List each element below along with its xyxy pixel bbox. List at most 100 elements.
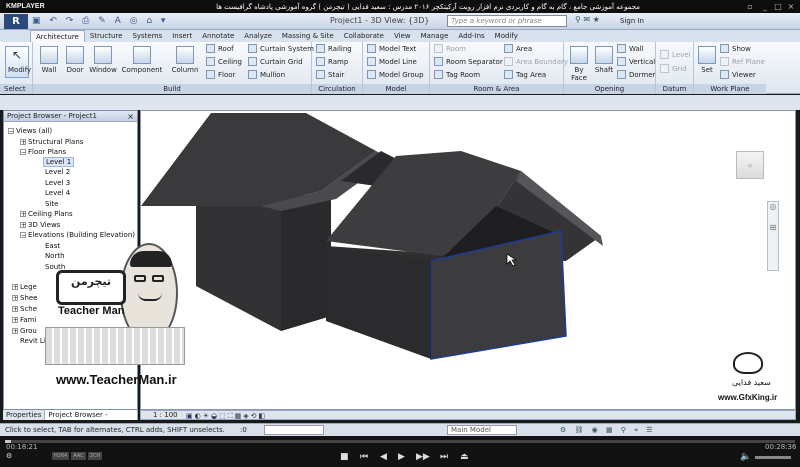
tree-elevations[interactable]: − Elevations (Building Elevation) xyxy=(20,231,135,239)
column-button[interactable]: Column xyxy=(169,44,201,74)
railing-button[interactable]: Railing xyxy=(316,44,352,53)
right-block-side-wall[interactable] xyxy=(326,246,431,359)
infocenter-icons[interactable]: ⚲ ✉ ★ xyxy=(575,15,600,24)
tab-insert[interactable]: Insert xyxy=(167,30,197,42)
tab-architecture[interactable]: Architecture xyxy=(30,30,85,42)
set-button[interactable]: Set xyxy=(697,44,717,74)
steering-wheel-icon[interactable]: ◎ xyxy=(768,202,778,211)
component-button[interactable]: Component xyxy=(121,44,163,74)
select-dropdown[interactable]: Select xyxy=(0,84,32,94)
tag-room-button[interactable]: Tag Room xyxy=(434,70,480,79)
application-menu-button[interactable]: R xyxy=(4,14,28,29)
design-option-dropdown[interactable]: Main Model xyxy=(447,425,517,435)
tree-level-4[interactable]: Level 4 xyxy=(45,189,70,197)
tree-floor-plans[interactable]: − Floor Plans xyxy=(20,148,66,156)
shaft-button[interactable]: Shaft xyxy=(593,44,615,74)
tab-massing-site[interactable]: Massing & Site xyxy=(277,30,339,42)
tab-add-ins[interactable]: Add-Ins xyxy=(453,30,489,42)
model-group-button[interactable]: Model Group xyxy=(367,70,424,79)
tab-project-browser[interactable]: Project Browser - Project1 xyxy=(45,410,138,429)
tab-annotate[interactable]: Annotate xyxy=(197,30,239,42)
mullion-button[interactable]: Mullion xyxy=(248,70,285,79)
house-3d-model[interactable] xyxy=(141,111,797,411)
view-scale[interactable]: 1 : 100 xyxy=(153,411,178,420)
quick-access-toolbar[interactable]: ▣ ↶ ↷ ⎙ ✎ A ◎ ⌂ ▾ xyxy=(32,16,168,26)
left-block-side-wall[interactable] xyxy=(281,191,331,331)
tree-sheets[interactable]: + Shee xyxy=(12,294,38,302)
volume-icon[interactable]: 🔈 xyxy=(740,452,751,462)
view-control-icons[interactable]: ▣◐☀◒⬚⛶▦◈⟲◧ xyxy=(186,412,267,421)
pin-icon[interactable]: ▫ xyxy=(745,2,755,11)
3d-viewport[interactable]: ◇ ◎ ⊞ xyxy=(140,110,796,410)
seek-bar[interactable] xyxy=(5,440,795,443)
tree-east[interactable]: East xyxy=(45,242,60,250)
settings-icon[interactable]: ⚙ xyxy=(6,452,12,460)
area-boundary-button[interactable]: Area Boundary xyxy=(504,57,568,66)
wall-button[interactable]: Wall xyxy=(37,44,61,74)
window-button[interactable]: Window xyxy=(89,44,117,74)
viewcube[interactable]: ◇ xyxy=(736,151,764,179)
curtain-grid-button[interactable]: Curtain Grid xyxy=(248,57,303,66)
rewind-icon[interactable]: ◀ xyxy=(380,452,387,462)
tree-groups[interactable]: + Grou xyxy=(12,327,37,335)
help-search-input[interactable]: Type a keyword or phrase xyxy=(447,15,567,27)
model-text-button[interactable]: Model Text xyxy=(367,44,416,53)
floor-button[interactable]: Floor xyxy=(206,70,235,79)
stair-button[interactable]: Stair xyxy=(316,70,344,79)
roof-button[interactable]: Roof xyxy=(206,44,234,53)
vertical-button[interactable]: Vertical xyxy=(617,57,655,66)
tree-level-1[interactable]: Level 1 xyxy=(43,157,75,167)
tree-ceiling-plans[interactable]: + Ceiling Plans xyxy=(20,210,73,218)
volume-slider[interactable] xyxy=(755,456,791,459)
level-button[interactable]: Level xyxy=(660,50,690,59)
area-button[interactable]: Area xyxy=(504,44,532,53)
tree-level-3[interactable]: Level 3 xyxy=(45,179,70,187)
status-icons[interactable]: ⚙ ⛓ ◉ ▦ ⚲ ⌖ ☰ xyxy=(560,426,656,435)
close-icon[interactable]: × xyxy=(127,111,134,122)
workset-dropdown[interactable] xyxy=(264,425,324,435)
zoom-icon[interactable]: ⊞ xyxy=(768,223,778,232)
tag-area-button[interactable]: Tag Area xyxy=(504,70,546,79)
ref-plane-button[interactable]: Ref Plane xyxy=(720,57,765,66)
tab-properties[interactable]: Properties xyxy=(3,410,46,420)
tree-3d-views[interactable]: +3D Views xyxy=(20,221,60,229)
tree-families[interactable]: + Fami xyxy=(12,316,36,324)
tree-views-all[interactable]: − Views (all) xyxy=(8,127,52,135)
navigation-bar[interactable]: ◎ ⊞ xyxy=(767,201,779,271)
forward-icon[interactable]: ▶▶ xyxy=(416,452,430,462)
maximize-icon[interactable]: □ xyxy=(773,2,783,11)
model-line-button[interactable]: Model Line xyxy=(367,57,417,66)
opening-wall-button[interactable]: Wall xyxy=(617,44,644,53)
by-face-button[interactable]: By Face xyxy=(567,44,591,82)
tab-systems[interactable]: Systems xyxy=(127,30,167,42)
grid-button[interactable]: Grid xyxy=(660,64,687,73)
close-icon[interactable]: × xyxy=(786,2,796,11)
tree-structural-plans[interactable]: + Structural Plans xyxy=(20,138,83,146)
tab-modify[interactable]: Modify xyxy=(490,30,523,42)
curtain-system-button[interactable]: Curtain System xyxy=(248,44,314,53)
room-button[interactable]: Room xyxy=(434,44,466,53)
tree-schedules[interactable]: + Sche xyxy=(12,305,37,313)
room-separator-button[interactable]: Room Separator xyxy=(434,57,503,66)
tab-structure[interactable]: Structure xyxy=(85,30,128,42)
tab-view[interactable]: View xyxy=(389,30,416,42)
viewer-button[interactable]: Viewer xyxy=(720,70,756,79)
tab-collaborate[interactable]: Collaborate xyxy=(339,30,389,42)
tree-legends[interactable]: + Lege xyxy=(12,283,37,291)
tree-site[interactable]: Site xyxy=(45,200,58,208)
ramp-button[interactable]: Ramp xyxy=(316,57,348,66)
open-icon[interactable]: ⏏ xyxy=(460,452,469,462)
door-button[interactable]: Door xyxy=(63,44,87,74)
previous-icon[interactable]: ⏮ xyxy=(360,452,368,462)
ceiling-button[interactable]: Ceiling xyxy=(206,57,242,66)
tab-manage[interactable]: Manage xyxy=(416,30,454,42)
play-icon[interactable]: ▶ xyxy=(398,452,405,462)
tree-level-2[interactable]: Level 2 xyxy=(45,168,70,176)
sign-in-button[interactable]: Sign In xyxy=(620,17,644,25)
minimize-icon[interactable]: _ xyxy=(760,2,770,11)
dormer-button[interactable]: Dormer xyxy=(617,70,655,79)
tree-north[interactable]: North xyxy=(45,252,65,260)
stop-icon[interactable]: ■ xyxy=(340,452,349,462)
tab-analyze[interactable]: Analyze xyxy=(239,30,277,42)
next-icon[interactable]: ⏭ xyxy=(440,452,448,462)
